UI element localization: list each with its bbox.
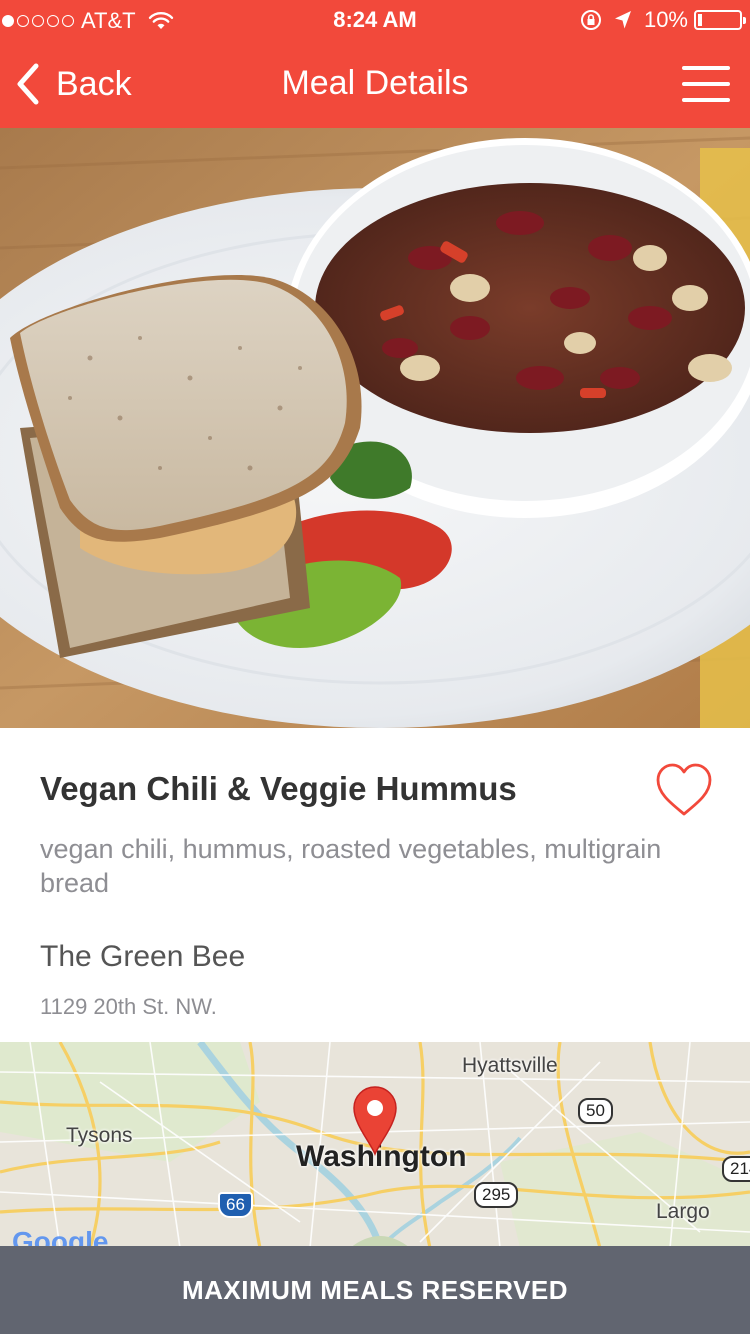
location-arrow-icon	[614, 11, 631, 29]
rotation-lock-icon	[580, 10, 601, 30]
google-logo: Google	[12, 1226, 109, 1248]
status-bar: AT&T 8:24 AM 10%	[0, 0, 750, 40]
route-shield-i66: 66	[218, 1192, 253, 1218]
map-label-largo: Largo	[656, 1200, 710, 1223]
meal-details-card: Vegan Chili & Veggie Hummus vegan chili,…	[0, 728, 750, 1042]
map-pin-icon[interactable]	[352, 1084, 398, 1156]
restaurant-address: 1129 20th St. NW.	[40, 994, 217, 1019]
back-label: Back	[56, 64, 132, 103]
meal-photo	[0, 128, 750, 728]
battery-icon	[694, 10, 746, 30]
meal-details-screen: AT&T 8:24 AM 10% Back Meal Details Vegan…	[0, 0, 750, 1334]
heart-outline-icon	[656, 763, 712, 816]
status-right: 10%	[580, 7, 746, 33]
route-shield-214: 214	[722, 1156, 750, 1182]
battery-level	[698, 14, 702, 26]
meal-ingredients: vegan chili, hummus, roasted vegetables,…	[40, 834, 662, 898]
map-label-hyattsville: Hyattsville	[462, 1054, 558, 1077]
meal-title: Vegan Chili & Veggie Hummus	[40, 770, 517, 807]
location-map[interactable]: Hyattsville Tysons Washington Largo 50 6…	[0, 1042, 750, 1248]
map-label-tysons: Tysons	[66, 1124, 133, 1147]
chevron-left-icon	[17, 63, 39, 105]
restaurant-name: The Green Bee	[40, 940, 246, 973]
route-shield-295: 295	[474, 1182, 519, 1208]
battery-percent: 10%	[643, 7, 688, 32]
hamburger-line	[682, 98, 730, 102]
route-shield-us50: 50	[578, 1098, 613, 1124]
hamburger-icon	[682, 66, 730, 70]
hamburger-line	[682, 82, 730, 86]
menu-button[interactable]	[682, 64, 730, 104]
favorite-button[interactable]	[654, 762, 714, 820]
meal-photo-illustration	[0, 128, 750, 728]
reserve-meal-button[interactable]: MAXIMUM MEALS RESERVED	[0, 1246, 750, 1334]
back-button[interactable]: Back	[14, 60, 132, 108]
navigation-bar: Back Meal Details	[0, 40, 750, 128]
